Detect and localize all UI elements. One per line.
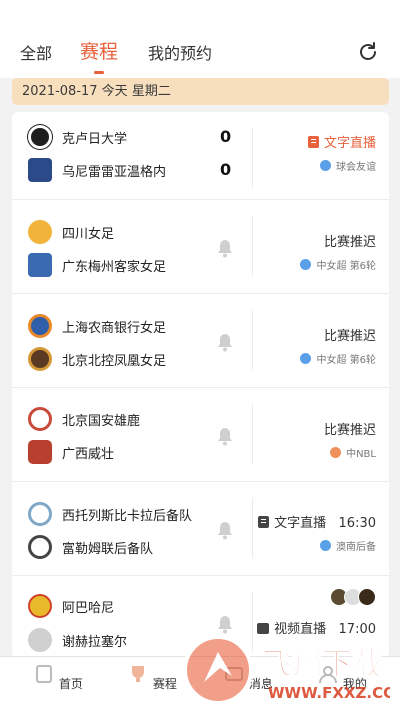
league-label: 澳南后备 <box>320 538 376 553</box>
team-logo <box>28 314 52 338</box>
match-card[interactable]: 上海农商银行女足 北京北控凤凰女足 比赛推迟 中女超 第6轮 <box>12 294 389 388</box>
home-team: 北京国安雄鹿 <box>28 406 140 432</box>
team-logo <box>28 158 52 182</box>
divider <box>252 498 253 558</box>
bell-icon[interactable] <box>216 332 234 352</box>
bell-icon[interactable] <box>216 426 234 446</box>
match-list: 克卢日大学 0 乌尼雷雷亚温格内 0 文字直播 球会友谊 四川女足 广东梅州客家… <box>12 112 389 658</box>
soccer-ball-icon <box>320 540 331 551</box>
soccer-ball-icon <box>320 160 331 171</box>
active-tab-indicator <box>94 71 104 74</box>
team-logo <box>28 628 52 652</box>
match-status: 文字直播 <box>307 132 376 151</box>
date-bar: 2021-08-17 今天 星期二 <box>12 78 389 105</box>
match-card[interactable]: 克卢日大学 0 乌尼雷雷亚温格内 0 文字直播 球会友谊 <box>12 112 389 200</box>
team-name: 北京国安雄鹿 <box>62 413 141 429</box>
basketball-icon <box>330 447 342 458</box>
top-bar: 全部 赛程 我的预约 <box>0 0 400 78</box>
bell-icon[interactable] <box>216 614 234 634</box>
tab-all[interactable]: 全部 <box>20 40 52 64</box>
team-logo <box>28 535 52 559</box>
home-icon <box>36 665 53 683</box>
team-name: 四川女足 <box>62 226 115 242</box>
match-status: 比赛推迟 <box>323 423 376 438</box>
avatar <box>358 588 376 606</box>
nav-home[interactable]: 首页 <box>28 663 88 692</box>
team-name: 阿巴哈尼 <box>62 600 115 616</box>
league-label: 球会友谊 <box>320 158 376 173</box>
away-team: 广西威壮 <box>28 439 114 465</box>
team-name: 北京北控凤凰女足 <box>62 353 167 369</box>
match-card[interactable]: 北京国安雄鹿 广西威壮 比赛推迟 中NBL <box>12 388 389 482</box>
home-team: 克卢日大学 <box>28 124 127 150</box>
match-card[interactable]: 西托列斯比卡拉后备队 富勒姆联后备队 文字直播 16:30 澳南后备 <box>12 482 389 576</box>
watermark-url: WWW.FXXZ.COM <box>268 684 390 702</box>
team-name: 上海农商银行女足 <box>62 320 167 336</box>
league-label: 中女超 第6轮 <box>300 257 376 272</box>
team-logo <box>28 253 52 277</box>
team-name: 克卢日大学 <box>62 131 128 147</box>
home-score: 0 <box>220 127 232 146</box>
team-name: 富勒姆联后备队 <box>62 541 154 557</box>
nav-schedule[interactable]: 赛程 <box>122 663 182 692</box>
away-team: 富勒姆联后备队 <box>28 534 153 560</box>
divider <box>252 128 253 188</box>
away-team: 谢赫拉塞尔 <box>28 627 127 653</box>
anchor-avatars <box>330 588 376 606</box>
divider <box>252 404 253 464</box>
divider <box>252 216 253 276</box>
soccer-ball-icon <box>300 259 312 270</box>
team-name: 乌尼雷雷亚温格内 <box>62 164 167 180</box>
trophy-icon <box>132 666 145 682</box>
match-time: 16:30 <box>338 516 376 531</box>
team-logo <box>28 347 52 371</box>
team-logo <box>28 407 52 431</box>
match-status: 比赛推迟 <box>323 235 376 250</box>
team-name: 广西威壮 <box>62 446 115 462</box>
divider <box>252 310 253 370</box>
match-status: 比赛推迟 <box>323 329 376 344</box>
team-logo <box>28 440 52 464</box>
league-label: 中NBL <box>330 445 376 460</box>
league-label: 中女超 第6轮 <box>300 351 376 366</box>
watermark-logo: 飞翔下载 WWW.FXXZ.COM <box>183 635 390 705</box>
tab-schedule[interactable]: 赛程 <box>80 37 118 64</box>
home-team: 四川女足 <box>28 219 114 245</box>
tab-my-reservations[interactable]: 我的预约 <box>148 40 212 64</box>
home-team: 上海农商银行女足 <box>28 313 166 339</box>
soccer-ball-icon <box>300 353 312 364</box>
away-team: 北京北控凤凰女足 <box>28 346 166 372</box>
team-logo <box>28 125 52 149</box>
team-name: 西托列斯比卡拉后备队 <box>62 508 193 524</box>
refresh-icon[interactable] <box>356 40 380 64</box>
match-status: 文字直播 16:30 <box>258 512 376 531</box>
away-team: 乌尼雷雷亚温格内 <box>28 157 166 183</box>
away-score: 0 <box>220 160 232 179</box>
text-live-icon <box>307 136 319 148</box>
team-logo <box>28 220 52 244</box>
team-name: 谢赫拉塞尔 <box>62 634 128 650</box>
team-logo <box>28 502 52 526</box>
watermark-brand: 飞翔下载 <box>262 647 382 682</box>
team-logo <box>28 594 52 618</box>
text-live-icon <box>258 516 270 528</box>
match-card[interactable]: 四川女足 广东梅州客家女足 比赛推迟 中女超 第6轮 <box>12 200 389 294</box>
bell-icon[interactable] <box>216 238 234 258</box>
bell-icon[interactable] <box>216 520 234 540</box>
team-name: 广东梅州客家女足 <box>62 259 167 275</box>
away-team: 广东梅州客家女足 <box>28 252 166 278</box>
home-team: 西托列斯比卡拉后备队 <box>28 501 192 527</box>
home-team: 阿巴哈尼 <box>28 593 114 619</box>
